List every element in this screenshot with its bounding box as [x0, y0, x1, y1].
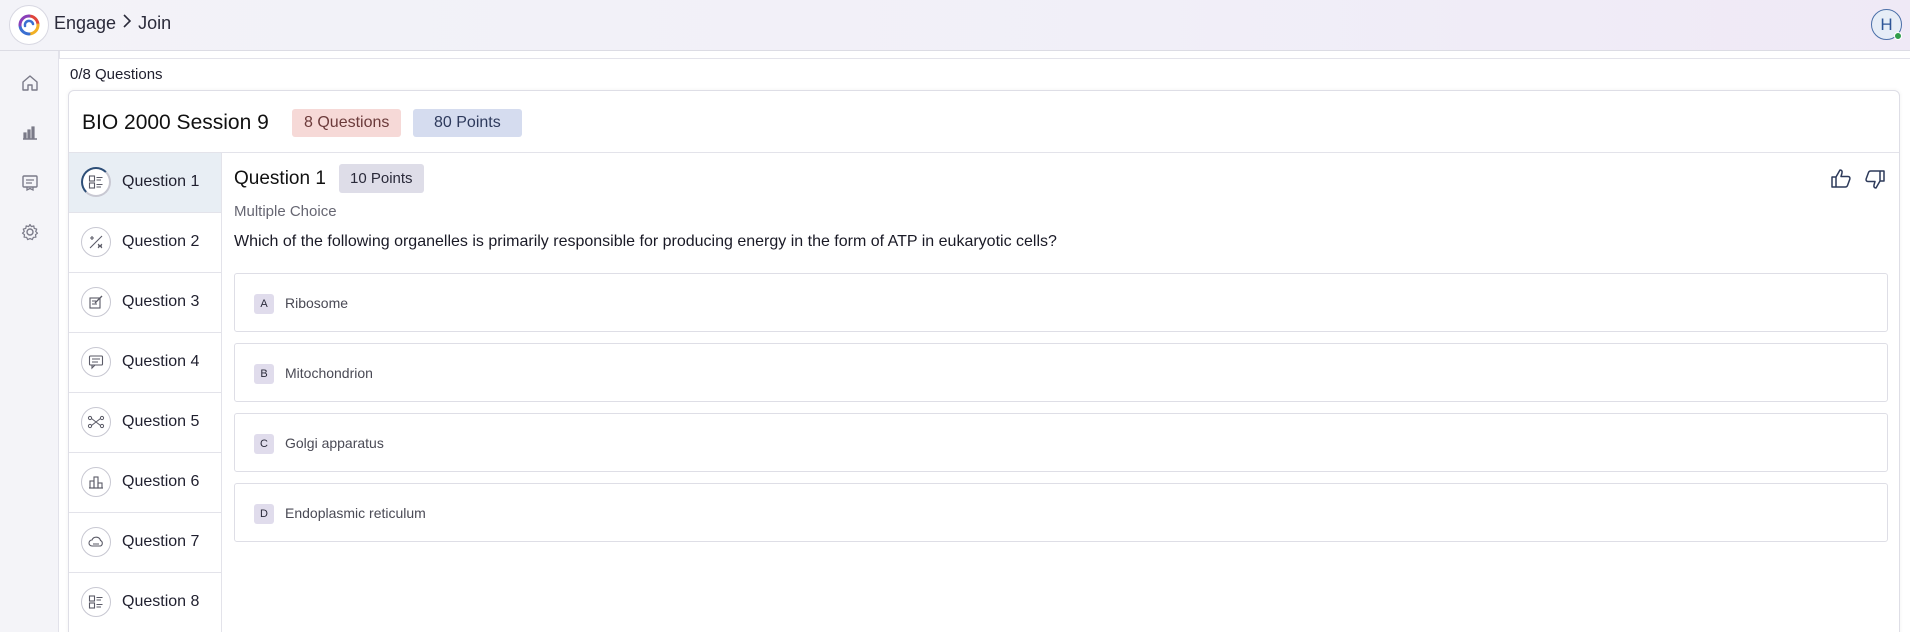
thumbs-up-icon[interactable] [1829, 167, 1853, 191]
question-list-label: Question 8 [122, 593, 200, 610]
logo-icon [18, 14, 40, 36]
book-icon[interactable] [19, 171, 41, 193]
option-letter: B [254, 364, 274, 384]
question-list-label: Question 3 [122, 293, 200, 310]
option-letter: C [254, 434, 274, 454]
breadcrumb-join[interactable]: Join [138, 13, 171, 34]
total-points-badge: 80 Points [413, 109, 522, 137]
chart-icon[interactable] [19, 121, 41, 143]
answer-option-b[interactable]: B Mitochondrion [234, 343, 1888, 402]
question-title: Question 1 [234, 168, 326, 189]
question-list: Question 1 Question 2 Question 3 Questio… [69, 153, 222, 632]
quiz-card: BIO 2000 Session 9 8 Questions 80 Points… [68, 90, 1900, 632]
option-text: Golgi apparatus [285, 435, 384, 451]
question-list-label: Question 7 [122, 533, 200, 550]
content-divider [59, 51, 1910, 59]
app-logo[interactable] [9, 5, 49, 45]
home-icon[interactable] [19, 72, 41, 94]
edit-icon [81, 287, 111, 317]
question-text: Which of the following organelles is pri… [234, 233, 1057, 250]
top-bar: Engage Join H [0, 0, 1910, 51]
question-points-badge: 10 Points [339, 164, 424, 193]
question-list-label: Question 5 [122, 413, 200, 430]
question-list-item-7[interactable]: Question 7 [69, 513, 221, 573]
avatar[interactable]: H [1871, 9, 1902, 40]
option-letter: A [254, 294, 274, 314]
cloud-icon [81, 527, 111, 557]
question-list-item-6[interactable]: Question 6 [69, 453, 221, 513]
option-text: Ribosome [285, 295, 349, 311]
connect-icon [81, 407, 111, 437]
question-list-label: Question 2 [122, 233, 200, 250]
question-list-label: Question 1 [122, 173, 200, 190]
breadcrumb: Engage Join [54, 13, 171, 34]
question-list-item-3[interactable]: Question 3 [69, 273, 221, 333]
option-text: Mitochondrion [285, 365, 373, 381]
question-list-item-2[interactable]: Question 2 [69, 213, 221, 273]
chat-icon [81, 347, 111, 377]
thumbs-down-icon[interactable] [1863, 167, 1887, 191]
answer-option-a[interactable]: A Ribosome [234, 273, 1888, 332]
question-list-label: Question 6 [122, 473, 200, 490]
question-list-item-8[interactable]: Question 8 [69, 573, 221, 632]
progress-label: 0/8 Questions [70, 66, 163, 83]
side-rail [0, 51, 59, 632]
question-list-item-4[interactable]: Question 4 [69, 333, 221, 393]
quiz-header: BIO 2000 Session 9 8 Questions 80 Points [69, 91, 1899, 153]
chevron-right-icon [122, 13, 132, 34]
question-list-item-5[interactable]: Question 5 [69, 393, 221, 453]
fraction-icon [81, 227, 111, 257]
question-list-item-1[interactable]: Question 1 [69, 153, 221, 213]
option-letter: D [254, 504, 274, 524]
answer-option-c[interactable]: C Golgi apparatus [234, 413, 1888, 472]
question-type: Multiple Choice [234, 203, 337, 220]
buildings-icon [81, 467, 111, 497]
avatar-initial: H [1880, 14, 1893, 34]
question-list-label: Question 4 [122, 353, 200, 370]
breadcrumb-engage[interactable]: Engage [54, 13, 116, 34]
list-check-icon [81, 167, 111, 197]
online-status-dot [1894, 32, 1902, 40]
gear-icon[interactable] [19, 221, 41, 243]
answer-option-d[interactable]: D Endoplasmic reticulum [234, 483, 1888, 542]
questions-count-badge: 8 Questions [292, 109, 402, 137]
session-title: BIO 2000 Session 9 [82, 111, 269, 134]
list-check-icon [81, 587, 111, 617]
option-text: Endoplasmic reticulum [285, 505, 426, 521]
